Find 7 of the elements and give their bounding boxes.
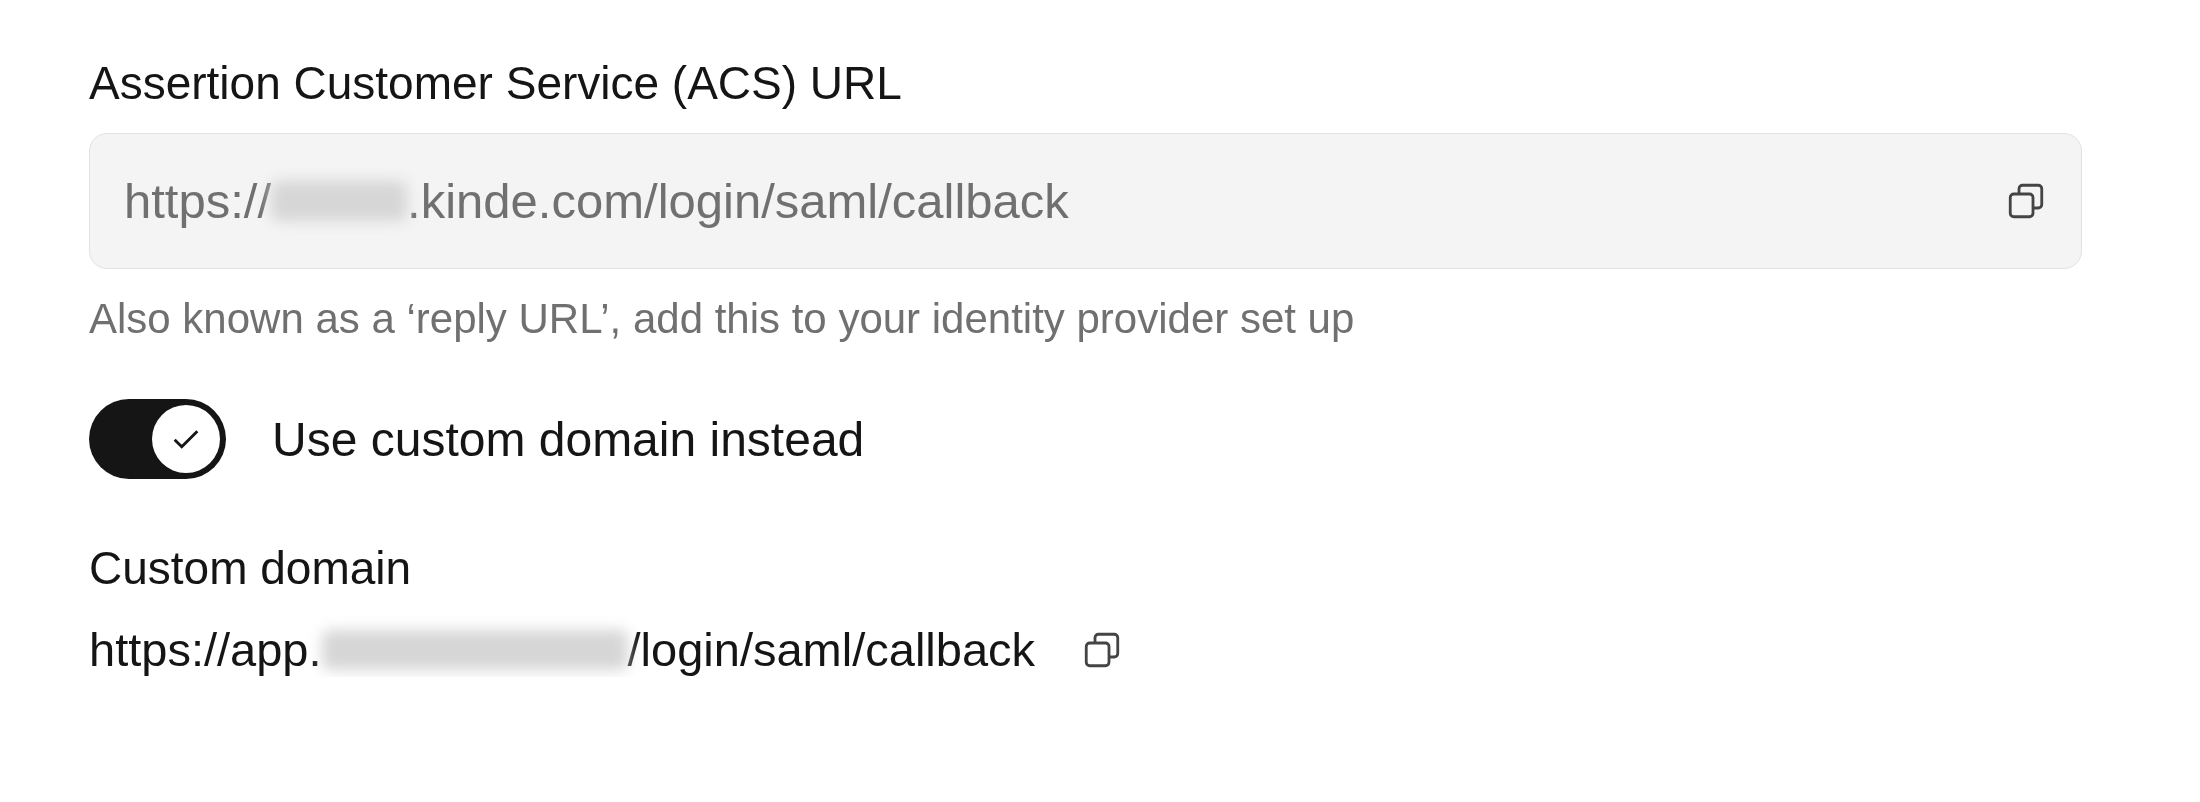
field-label: Assertion Customer Service (ACS) URL [89,56,903,111]
section-label: Custom domain [89,541,413,597]
help-text: Also known as a ‘reply URL’, add this to your identity provider set up [89,295,1356,344]
url-text: https://app. /login/saml/callback [89,622,1036,678]
url-field[interactable]: https:// .kinde.com/login/saml/callback [89,133,2082,270]
url-text: https:// .kinde.com/login/saml/callback [124,173,1070,230]
toggle-label: Use custom domain instead [272,411,865,467]
